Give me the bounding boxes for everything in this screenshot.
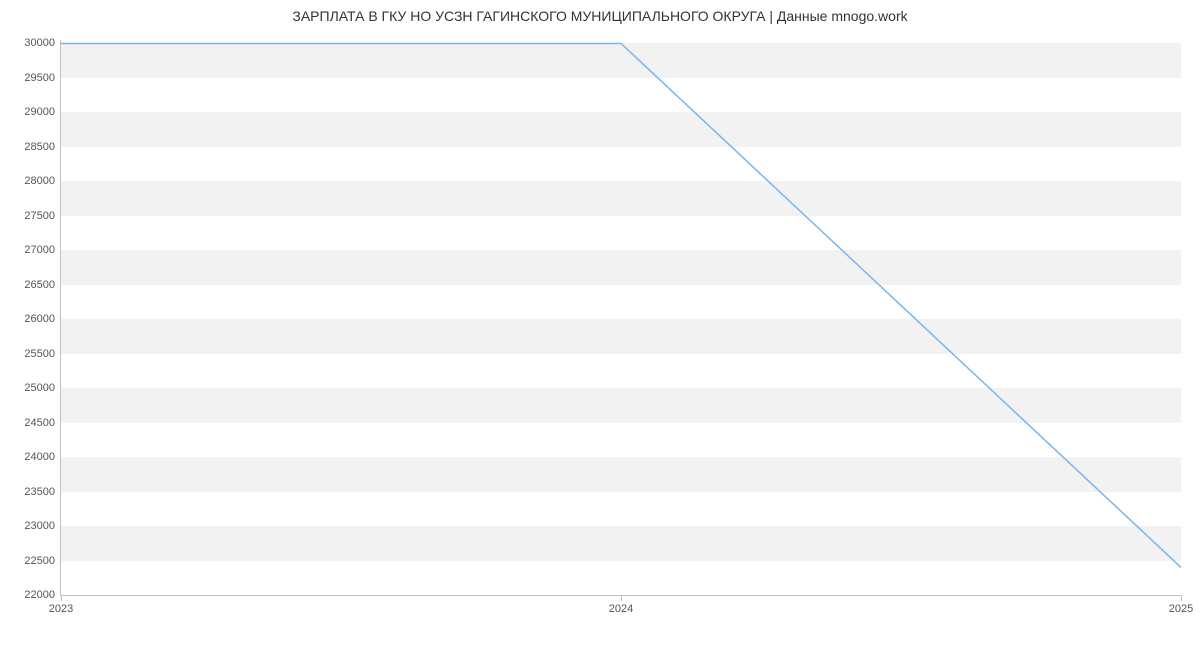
y-tick-label: 28000 xyxy=(24,175,61,187)
y-tick-label: 24000 xyxy=(24,451,61,463)
plot-area: 2200022500230002350024000245002500025500… xyxy=(60,40,1181,596)
y-tick-label: 22500 xyxy=(24,555,61,567)
line-series xyxy=(61,40,1181,595)
y-tick-label: 25000 xyxy=(24,382,61,394)
y-tick-label: 29500 xyxy=(24,72,61,84)
y-tick-label: 23000 xyxy=(24,520,61,532)
y-tick-label: 25500 xyxy=(24,348,61,360)
x-tick-label: 2023 xyxy=(49,595,73,615)
y-tick-label: 24500 xyxy=(24,417,61,429)
y-tick-label: 27500 xyxy=(24,210,61,222)
y-tick-label: 27000 xyxy=(24,244,61,256)
y-tick-label: 26000 xyxy=(24,313,61,325)
chart-title: ЗАРПЛАТА В ГКУ НО УСЗН ГАГИНСКОГО МУНИЦИ… xyxy=(0,8,1200,24)
y-tick-label: 30000 xyxy=(24,37,61,49)
y-tick-label: 28500 xyxy=(24,141,61,153)
y-tick-label: 23500 xyxy=(24,486,61,498)
x-tick-label: 2024 xyxy=(609,595,633,615)
y-tick-label: 29000 xyxy=(24,106,61,118)
x-tick-label: 2025 xyxy=(1169,595,1193,615)
chart-container: ЗАРПЛАТА В ГКУ НО УСЗН ГАГИНСКОГО МУНИЦИ… xyxy=(0,0,1200,650)
y-tick-label: 26500 xyxy=(24,279,61,291)
